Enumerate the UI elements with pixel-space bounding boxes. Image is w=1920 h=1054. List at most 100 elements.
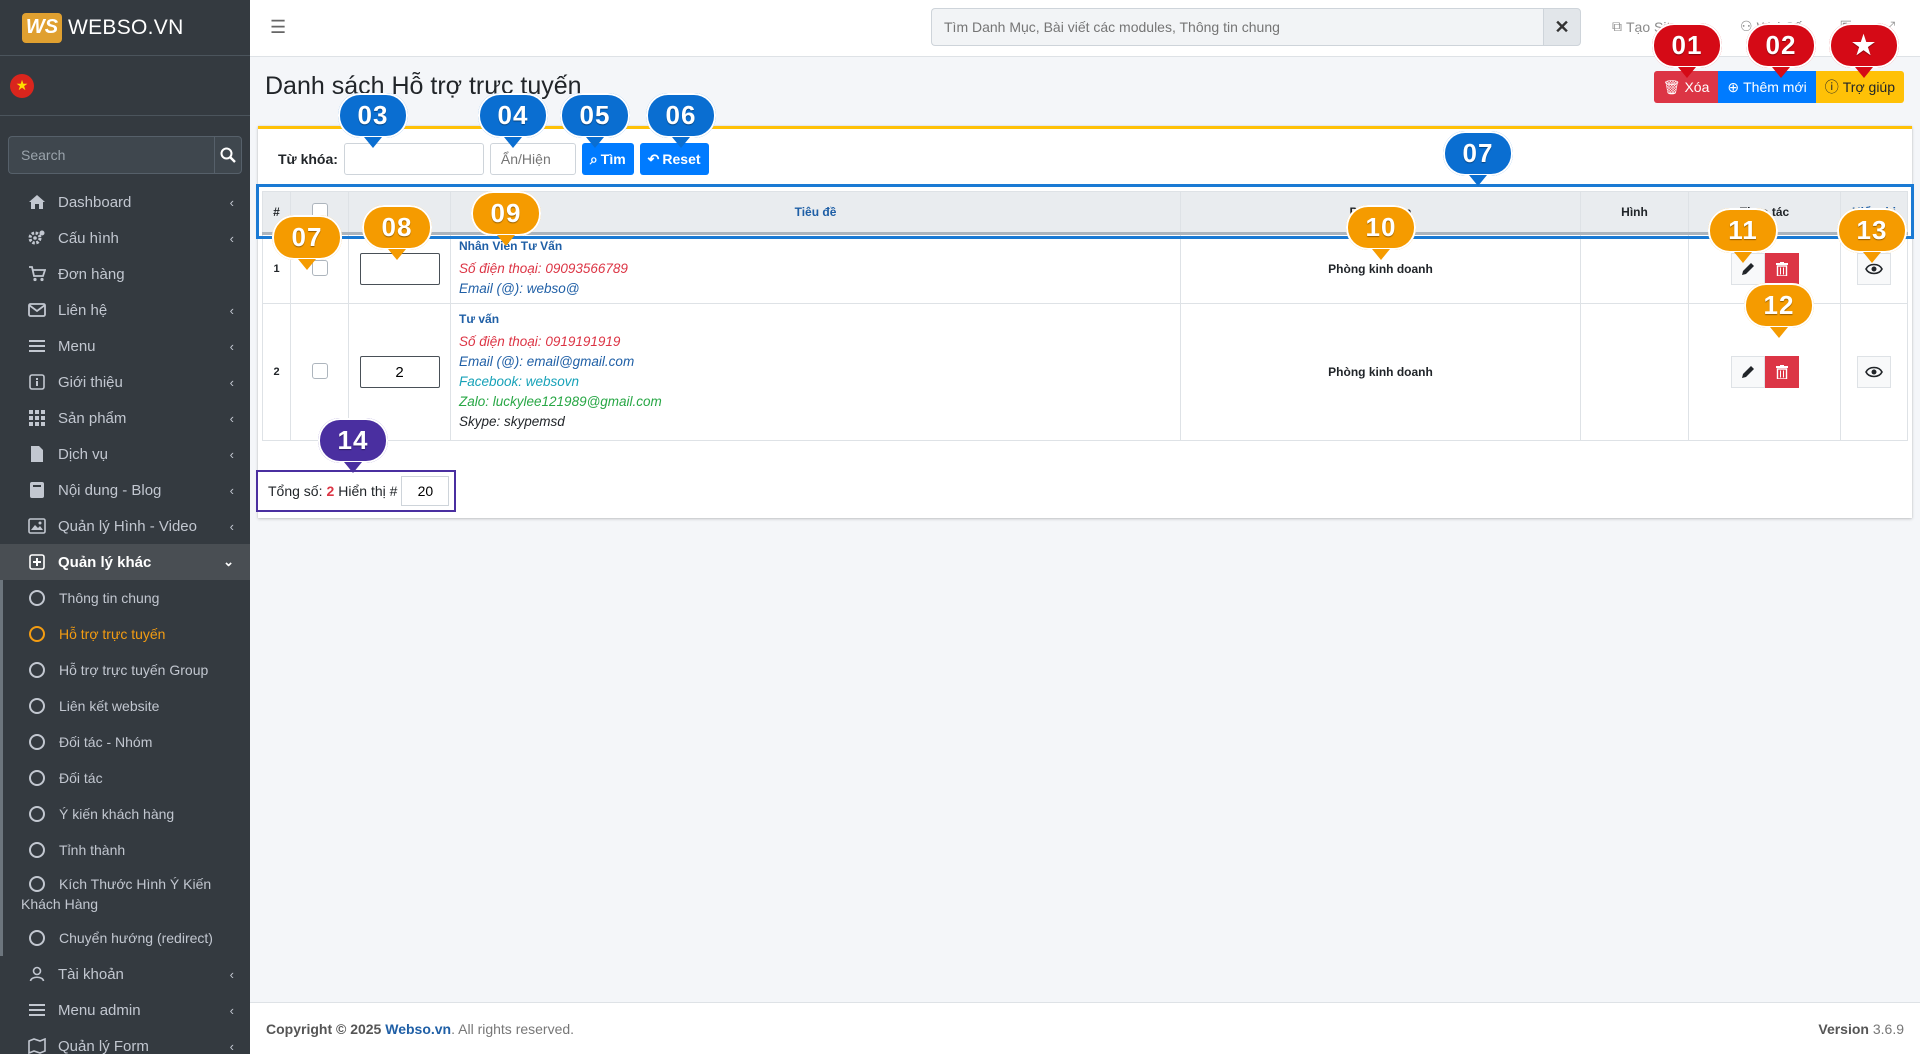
sidebar-subitem-label: Chuyển hướng (redirect) bbox=[59, 930, 213, 946]
marker-10: 10 bbox=[1346, 205, 1416, 260]
sidebar-subitem-online-support-group[interactable]: Hỗ trợ trực tuyến Group bbox=[3, 652, 250, 688]
copyright: Copyright © 2025 Webso.vn. All rights re… bbox=[266, 1021, 574, 1037]
sidebar-subitem-general-info[interactable]: Thông tin chung bbox=[3, 580, 250, 616]
vietnam-flag-icon[interactable]: ★ bbox=[10, 73, 34, 98]
sidebar-subitem-testimonial-image-size[interactable]: Kích Thước Hình Ý Kiến Khách Hàng bbox=[3, 868, 250, 920]
sidebar-subitem-label: Hỗ trợ trực tuyến Group bbox=[59, 662, 209, 678]
sidebar-subitem-provinces[interactable]: Tỉnh thành bbox=[3, 832, 250, 868]
marker-star: ★ bbox=[1829, 23, 1899, 78]
total-count: 2 bbox=[326, 483, 335, 499]
marker-01: 01 bbox=[1652, 23, 1722, 78]
sidebar-item-label: Dashboard bbox=[58, 193, 132, 211]
marker-label: 08 bbox=[381, 212, 413, 242]
chevron-left-icon: ‹ bbox=[229, 410, 234, 426]
sidebar-subitem-label: Kích Thước Hình Ý Kiến Khách Hàng bbox=[21, 876, 212, 912]
home-icon bbox=[26, 194, 48, 210]
sidebar-item-media[interactable]: Quản lý Hình - Video ‹ bbox=[0, 508, 250, 544]
global-search-input[interactable] bbox=[931, 8, 1543, 46]
row-index: 2 bbox=[262, 303, 291, 441]
sidebar-item-blog[interactable]: Nội dung - Blog ‹ bbox=[0, 472, 250, 508]
status-filter-input[interactable] bbox=[489, 143, 576, 175]
sidebar-item-label: Menu bbox=[58, 337, 96, 355]
sidebar-item-orders[interactable]: Đơn hàng bbox=[0, 256, 250, 292]
support-name[interactable]: Nhân Viên Tư Vấn bbox=[459, 239, 1172, 253]
sidebar-subitem-links[interactable]: Liên kết website bbox=[3, 688, 250, 724]
sidebar-item-products[interactable]: Sản phẩm ‹ bbox=[0, 400, 250, 436]
sidebar-item-menu[interactable]: Menu ‹ bbox=[0, 328, 250, 364]
sidebar-subitem-label: Thông tin chung bbox=[59, 590, 160, 606]
marker-label: 14 bbox=[337, 425, 369, 455]
plus-circle-icon: ⊕ bbox=[1727, 78, 1740, 95]
delete-row-button[interactable] bbox=[1764, 356, 1799, 388]
sidebar-subitem-label: Đối tác - Nhóm bbox=[59, 734, 153, 750]
sidebar-item-services[interactable]: Dịch vụ ‹ bbox=[0, 436, 250, 472]
marker-12: 12 bbox=[1744, 283, 1814, 338]
clear-search-button[interactable]: ✕ bbox=[1543, 8, 1581, 46]
main-footer: Copyright © 2025 Webso.vn. All rights re… bbox=[250, 1002, 1920, 1054]
sidebar-subitem-online-support[interactable]: Hỗ trợ trực tuyến bbox=[3, 616, 250, 652]
user-panel: ★ bbox=[0, 56, 250, 116]
marker-11: 11 bbox=[1708, 208, 1778, 263]
marker-08: 08 bbox=[362, 205, 432, 260]
reset-label: Reset bbox=[662, 151, 701, 167]
book-icon bbox=[26, 481, 48, 499]
per-page-input[interactable] bbox=[401, 476, 450, 506]
sidebar-item-other[interactable]: Quản lý khác ⌄ bbox=[0, 544, 250, 580]
chevron-left-icon: ‹ bbox=[229, 338, 234, 354]
edit-button[interactable] bbox=[1730, 356, 1765, 388]
row-image bbox=[1580, 303, 1689, 441]
marker-label: 12 bbox=[1763, 290, 1795, 320]
search-label: Tìm bbox=[600, 151, 626, 167]
sidebar-item-config[interactable]: Cấu hình ‹ bbox=[0, 220, 250, 256]
bars-icon bbox=[26, 1003, 48, 1017]
row-checkbox[interactable] bbox=[311, 362, 328, 379]
marker-label: 13 bbox=[1856, 215, 1888, 245]
add-new-button[interactable]: ⊕ Thêm mới bbox=[1718, 71, 1816, 103]
circle-icon bbox=[29, 662, 45, 678]
support-phone: Số điện thoại: 09093566789 bbox=[459, 261, 628, 276]
support-name[interactable]: Tư vấn bbox=[459, 312, 1172, 326]
marker-label: 05 bbox=[579, 100, 611, 130]
sidebar: WS WEBSO.VN ★ Dashboard ‹ Cấu hình ‹ Đơn h… bbox=[0, 0, 250, 1054]
delete-row-button[interactable] bbox=[1764, 253, 1799, 285]
search-icon bbox=[220, 147, 236, 163]
sidebar-search-input[interactable] bbox=[8, 136, 214, 174]
sidebar-item-about[interactable]: Giới thiệu ‹ bbox=[0, 364, 250, 400]
per-page-label: Hiển thị # bbox=[338, 483, 398, 499]
sidebar-subitem-redirect[interactable]: Chuyển hướng (redirect) bbox=[3, 920, 250, 956]
add-label: Thêm mới bbox=[1743, 79, 1807, 95]
toggle-visibility-button[interactable] bbox=[1857, 356, 1891, 388]
sidebar-subitem-partner-group[interactable]: Đối tác - Nhóm bbox=[3, 724, 250, 760]
marker-06: 06 bbox=[646, 93, 716, 148]
circle-icon bbox=[29, 698, 45, 714]
chevron-left-icon: ‹ bbox=[229, 1038, 234, 1054]
support-email: Email (@): webso@ bbox=[459, 281, 580, 296]
support-phone: Số điện thoại: 0919191919 bbox=[459, 334, 621, 349]
chevron-left-icon: ‹ bbox=[229, 302, 234, 318]
support-zalo: Zalo: luckylee121989@gmail.com bbox=[459, 394, 662, 409]
sidebar-subitem-testimonials[interactable]: Ý kiến khách hàng bbox=[3, 796, 250, 832]
sidebar-item-menu-admin[interactable]: Menu admin ‹ bbox=[0, 992, 250, 1028]
row-title-cell: Tư vấn Số điện thoại: 0919191919 Email (… bbox=[450, 303, 1181, 441]
circle-icon bbox=[29, 626, 45, 642]
sidebar-search-button[interactable] bbox=[214, 136, 242, 174]
order-number-input[interactable] bbox=[359, 356, 440, 388]
sidebar-item-account[interactable]: Tài khoản ‹ bbox=[0, 956, 250, 992]
rights-text: . All rights reserved. bbox=[451, 1020, 575, 1037]
sidebar-subitem-partners[interactable]: Đối tác bbox=[3, 760, 250, 796]
help-label: Trợ giúp bbox=[1842, 79, 1895, 95]
file-icon bbox=[26, 445, 48, 463]
circle-icon bbox=[29, 806, 45, 822]
brand[interactable]: WS WEBSO.VN bbox=[0, 0, 250, 56]
pager: Tổng số: 2 Hiển thị # bbox=[256, 470, 456, 512]
delete-label: Xóa bbox=[1684, 79, 1710, 95]
hamburger-icon[interactable]: ☰ bbox=[270, 17, 286, 38]
sidebar-item-dashboard[interactable]: Dashboard ‹ bbox=[0, 184, 250, 220]
footer-site-link[interactable]: Webso.vn bbox=[385, 1021, 451, 1037]
sidebar-item-forms[interactable]: Quản lý Form ‹ bbox=[0, 1028, 250, 1054]
sidebar-item-contact[interactable]: Liên hệ ‹ bbox=[0, 292, 250, 328]
support-email: Email (@): email@gmail.com bbox=[459, 354, 635, 369]
circle-icon bbox=[29, 930, 45, 946]
brand-logo: WS bbox=[22, 12, 62, 43]
chevron-left-icon: ‹ bbox=[229, 1002, 234, 1018]
